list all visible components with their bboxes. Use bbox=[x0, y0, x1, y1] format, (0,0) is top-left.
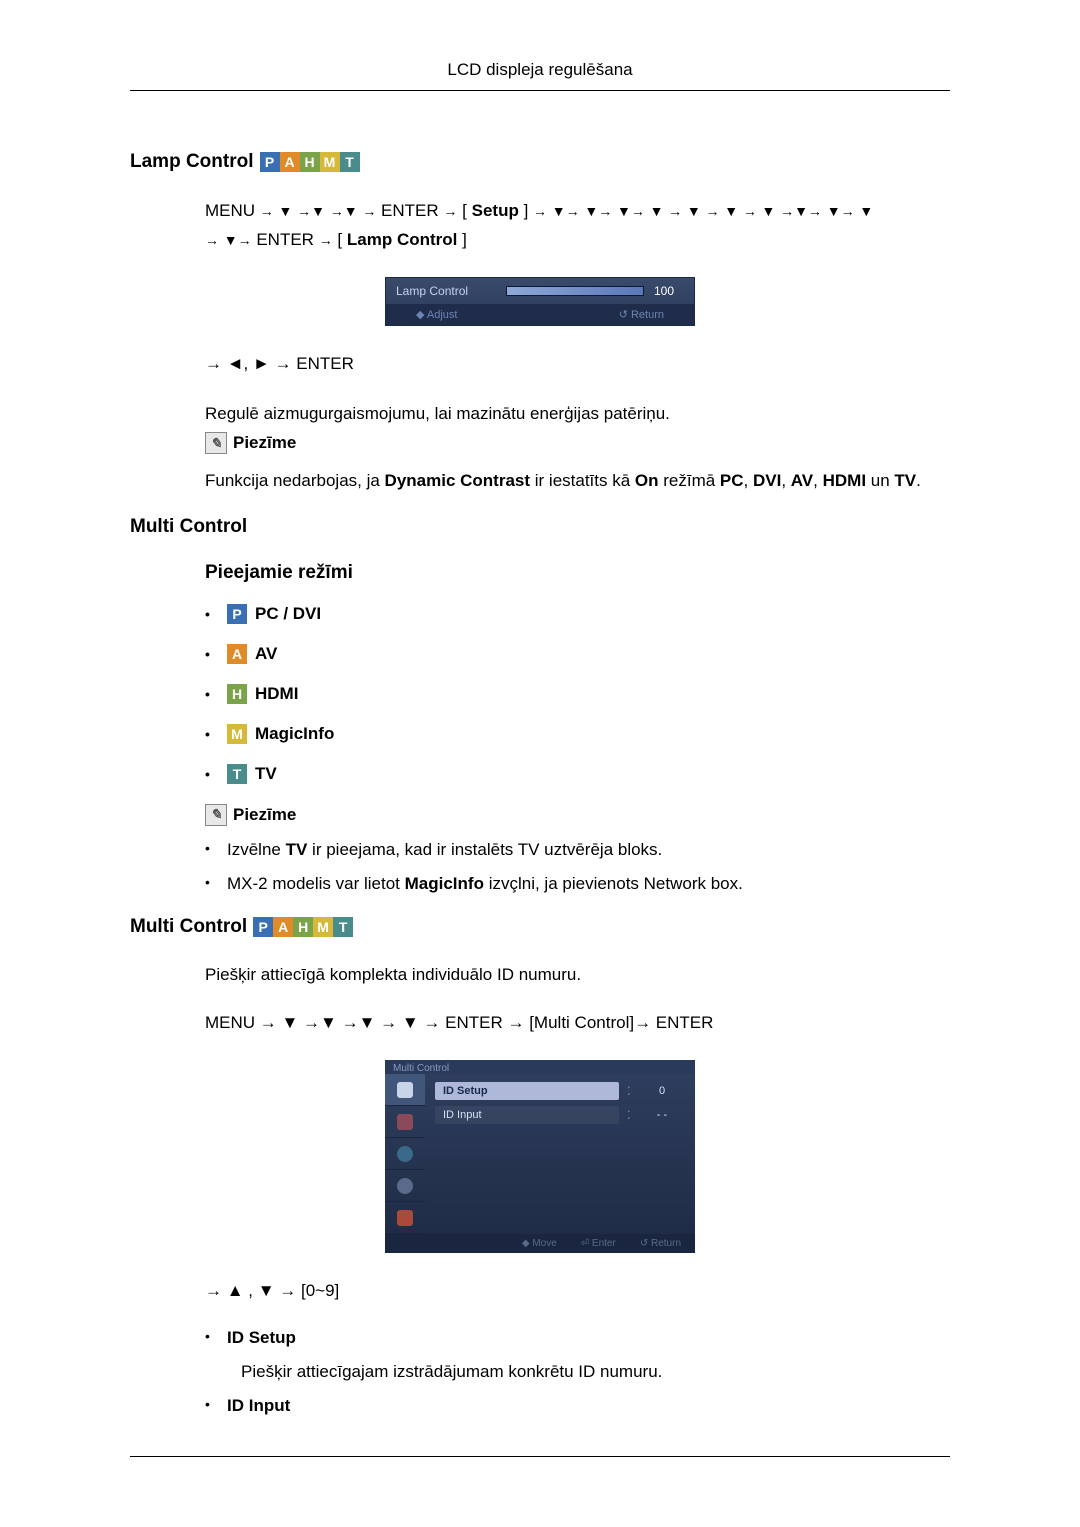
note-icon: ✎ bbox=[205, 804, 227, 826]
mc-row: ID Setup:0 bbox=[435, 1082, 685, 1100]
a-icon: A bbox=[280, 152, 300, 172]
multi2-bullets: •ID Setup Piešķir attiecīgajam izstrādāju… bbox=[205, 1328, 950, 1416]
mc-menu-title: Multi Control bbox=[385, 1060, 695, 1074]
footer-rule bbox=[130, 1456, 950, 1457]
mc-row-value: - - bbox=[639, 1109, 685, 1121]
mode-label: PC / DVI bbox=[255, 604, 321, 624]
multi1-note-header: ✎ Piezīme bbox=[205, 804, 950, 826]
badge-row: P A H M T bbox=[253, 917, 353, 937]
lamp-nav2: → ◄, ► → ENTER bbox=[205, 350, 950, 379]
section-multi1-title: Multi Control bbox=[130, 516, 950, 538]
bullet-item: Piešķir attiecīgajam izstrādājumam konkr… bbox=[205, 1362, 950, 1382]
t-icon: T bbox=[340, 152, 360, 172]
page-title: LCD displeja regulēšana bbox=[130, 60, 950, 91]
lamp-note-text: Funkcija nedarbojas, ja Dynamic Contrast… bbox=[205, 468, 950, 494]
mc-footer: ◆ Move ⏎ Enter ↺ Return bbox=[385, 1234, 695, 1253]
m-icon: M bbox=[227, 724, 247, 744]
mode-item: •TTV bbox=[205, 764, 950, 784]
mode-item: •HHDMI bbox=[205, 684, 950, 704]
note-bullet: •MX-2 modelis var lietot MagicInfo izvçl… bbox=[205, 874, 950, 894]
mc-row-label: ID Input bbox=[435, 1106, 619, 1124]
lamp-menu-label: Lamp Control bbox=[396, 284, 486, 298]
h-icon: H bbox=[293, 917, 313, 937]
p-icon: P bbox=[227, 604, 247, 624]
mc-sidebar bbox=[385, 1074, 425, 1234]
lamp-value: 100 bbox=[654, 284, 684, 298]
mode-label: AV bbox=[255, 644, 277, 664]
note-bullet: •Izvēlne TV ir pieejama, kad ir instalēt… bbox=[205, 840, 950, 860]
h-icon: H bbox=[227, 684, 247, 704]
section-lamp-title: Lamp Control P A H M T bbox=[130, 151, 950, 173]
multi2-path: MENU → ▼ →▼ →▼ → ▼ → ENTER → [Multi Cont… bbox=[205, 1009, 950, 1038]
lamp-slider: 100 bbox=[506, 284, 684, 298]
p-icon: P bbox=[253, 917, 273, 937]
bullet-item: •ID Setup bbox=[205, 1328, 950, 1348]
m-icon: M bbox=[313, 917, 333, 937]
multi2-nav3: → ▲ , ▼ → [0~9] bbox=[205, 1277, 950, 1306]
section-multi2-title: Multi Control P A H M T bbox=[130, 916, 950, 938]
lamp-hint-return: ↺ Return bbox=[619, 308, 664, 321]
multi1-notes: •Izvēlne TV ir pieejama, kad ir instalēt… bbox=[205, 840, 950, 894]
lamp-body: Regulē aizmugurgaismojumu, lai mazinātu … bbox=[205, 401, 950, 427]
multi1-title-text: Multi Control bbox=[130, 516, 247, 538]
mode-label: TV bbox=[255, 764, 277, 784]
lamp-menu-screenshot: Lamp Control 100 ◆ Adjust ↺ Return bbox=[385, 277, 695, 326]
mc-footer-enter: ⏎ Enter bbox=[581, 1238, 616, 1249]
note-icon: ✎ bbox=[205, 432, 227, 454]
multi1-subtitle: Pieejamie režīmi bbox=[205, 562, 950, 584]
mc-row-label: ID Setup bbox=[435, 1082, 619, 1100]
h-icon: H bbox=[300, 152, 320, 172]
t-icon: T bbox=[333, 917, 353, 937]
note-label: Piezīme bbox=[233, 805, 296, 825]
modes-list: •PPC / DVI•AAV•HHDMI•MMagicInfo•TTV bbox=[205, 604, 950, 784]
mc-footer-move: ◆ Move bbox=[522, 1238, 557, 1249]
mc-row-value: 0 bbox=[639, 1085, 685, 1097]
mode-label: HDMI bbox=[255, 684, 298, 704]
multi2-title-text: Multi Control bbox=[130, 916, 247, 938]
mode-item: •PPC / DVI bbox=[205, 604, 950, 624]
mode-item: •AAV bbox=[205, 644, 950, 664]
p-icon: P bbox=[260, 152, 280, 172]
multi-control-menu-screenshot: Multi Control ID Setup:0 ID Input:- - ◆ M… bbox=[385, 1060, 695, 1253]
lamp-hint-adjust: ◆ Adjust bbox=[416, 308, 457, 321]
multi2-intro: Piešķir attiecīgā komplekta individuālo … bbox=[205, 962, 950, 988]
t-icon: T bbox=[227, 764, 247, 784]
lamp-title-text: Lamp Control bbox=[130, 151, 254, 173]
a-icon: A bbox=[273, 917, 293, 937]
mc-footer-return: ↺ Return bbox=[640, 1238, 681, 1249]
mode-label: MagicInfo bbox=[255, 724, 334, 744]
lamp-note-header: ✎ Piezīme bbox=[205, 432, 950, 454]
note-label: Piezīme bbox=[233, 433, 296, 453]
bullet-item: •ID Input bbox=[205, 1396, 950, 1416]
lamp-nav-path: MENU → ▼ →▼ →▼ → ENTER → [ Setup ] → ▼→ … bbox=[205, 197, 950, 255]
a-icon: A bbox=[227, 644, 247, 664]
m-icon: M bbox=[320, 152, 340, 172]
mc-row: ID Input:- - bbox=[435, 1106, 685, 1124]
badge-row: P A H M T bbox=[260, 152, 360, 172]
mode-item: •MMagicInfo bbox=[205, 724, 950, 744]
